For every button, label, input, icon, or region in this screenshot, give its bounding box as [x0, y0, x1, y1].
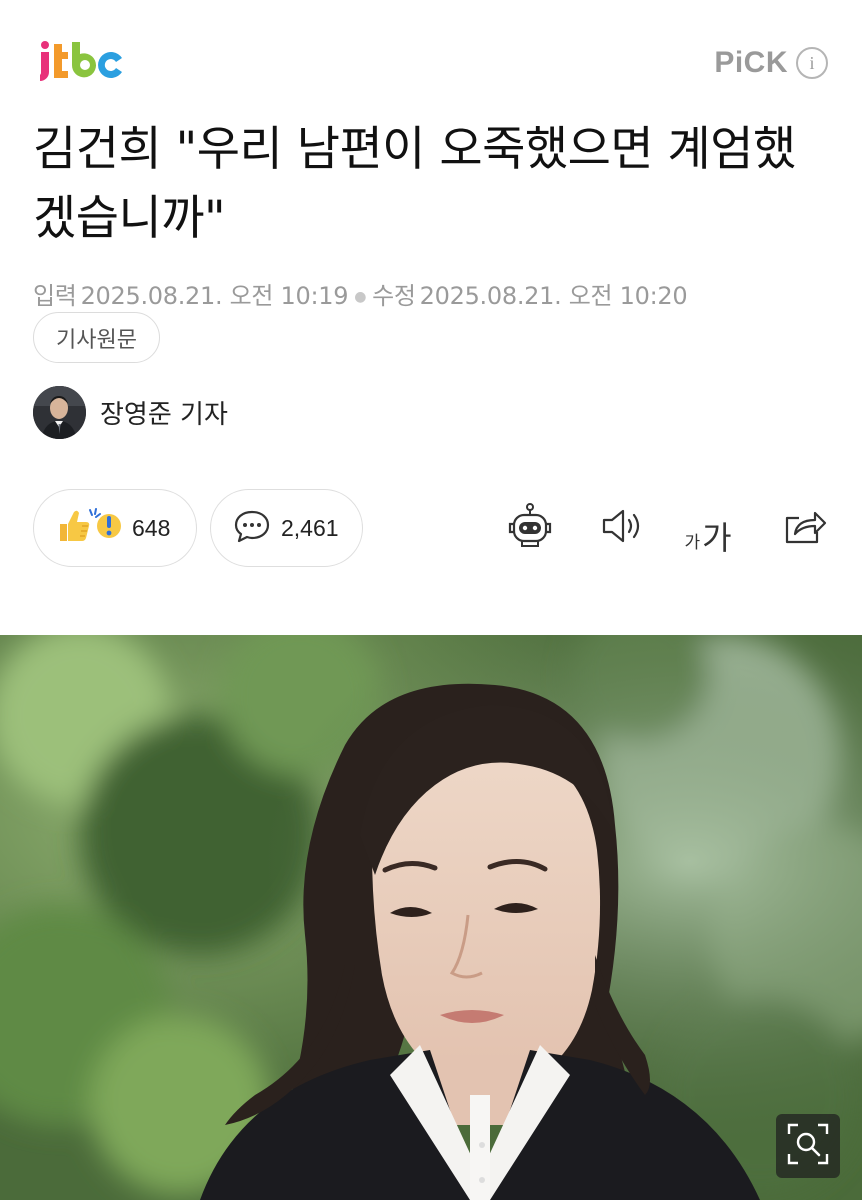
- input-date: 2025.08.21. 오전 10:19: [80, 282, 349, 310]
- share-icon: [781, 506, 827, 550]
- comment-count: 2,461: [281, 514, 339, 541]
- separator-dot: ●: [354, 289, 367, 305]
- reporter-avatar[interactable]: [33, 386, 86, 439]
- reporter-info[interactable]: 장영준 기자: [33, 386, 228, 439]
- article-photo[interactable]: [0, 635, 862, 1200]
- font-size-small-label: 가: [684, 533, 701, 553]
- info-icon[interactable]: i: [796, 47, 828, 79]
- article-dates: 입력 2025.08.21. 오전 10:19 ● 수정 2025.08.21. 오전 …: [33, 276, 853, 311]
- zoom-button[interactable]: [776, 1114, 840, 1178]
- reaction-button[interactable]: 648: [33, 489, 197, 567]
- speaker-icon: [599, 506, 645, 550]
- modified-date: 2025.08.21. 오전 10:20: [419, 282, 688, 310]
- jtbc-logo[interactable]: [36, 38, 124, 84]
- text-to-speech-button[interactable]: [596, 502, 648, 554]
- modified-label: 수정: [372, 282, 416, 310]
- zoom-search-icon: [786, 1122, 830, 1170]
- reporter-name[interactable]: 장영준 기자: [100, 394, 228, 431]
- article-title: 김건희 "우리 남편이 오죽했으면 계엄했겠습니까": [33, 122, 796, 246]
- thumbs-up-exclaim-icon: [56, 506, 122, 550]
- font-size-button[interactable]: 가가: [682, 502, 734, 554]
- robot-icon: [505, 502, 555, 554]
- input-label: 입력: [33, 282, 77, 310]
- pick-badge[interactable]: PiCK i: [714, 46, 828, 80]
- font-size-large-label: 가: [702, 519, 732, 557]
- pick-label: PiCK: [714, 46, 788, 79]
- comment-bubble-icon: [233, 508, 271, 548]
- comment-button[interactable]: 2,461: [210, 489, 363, 567]
- original-article-button[interactable]: 기사원문: [33, 312, 160, 363]
- summary-bot-button[interactable]: [504, 502, 556, 554]
- article-header: PiCK i: [0, 0, 862, 110]
- share-button[interactable]: [778, 502, 830, 554]
- reaction-count: 648: [132, 514, 171, 541]
